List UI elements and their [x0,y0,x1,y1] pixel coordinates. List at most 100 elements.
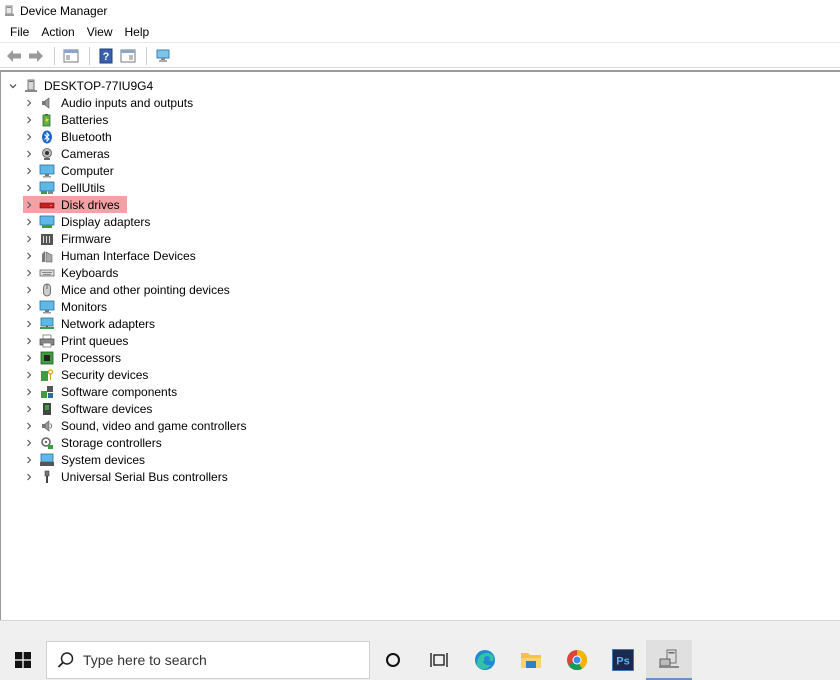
tree-item-monitors[interactable]: Monitors [23,298,248,315]
device-category-list: Audio inputs and outputs Batteries Bluet… [23,94,248,485]
taskbar: Type here to search Ps [0,640,840,680]
chevron-right-icon[interactable] [23,318,35,330]
processor-icon [39,350,55,366]
tree-item-network-adapters[interactable]: Network adapters [23,315,248,332]
tree-item-cameras[interactable]: Cameras [23,145,248,162]
chevron-right-icon[interactable] [23,114,35,126]
sound-icon [39,418,55,434]
chrome-button[interactable] [554,640,600,680]
tree-item-audio[interactable]: Audio inputs and outputs [23,94,248,111]
file-explorer-icon [521,653,541,668]
chevron-right-icon[interactable] [23,216,35,228]
tree-item-label: Keyboards [61,265,119,280]
battery-icon [39,112,55,128]
chevron-right-icon[interactable] [23,267,35,279]
tree-item-mice[interactable]: Mice and other pointing devices [23,281,248,298]
tree-item-system-devices[interactable]: System devices [23,451,248,468]
tree-item-security-devices[interactable]: Security devices [23,366,248,383]
firmware-icon [39,231,55,247]
device-tree-pane: DESKTOP-77IU9G4 Audio inputs and outputs… [0,70,840,620]
chevron-right-icon[interactable] [23,250,35,262]
properties-button[interactable] [61,46,81,66]
mouse-icon [39,282,55,298]
chevron-right-icon[interactable] [23,284,35,296]
chevron-right-icon[interactable] [23,301,35,313]
tree-item-keyboards[interactable]: Keyboards [23,264,248,281]
monitor-icon [39,163,55,179]
tree-item-software-components[interactable]: Software components [23,383,248,400]
status-bar [0,620,840,640]
file-explorer-button[interactable] [508,640,554,680]
cortana-icon [386,653,400,667]
cortana-button[interactable] [370,640,416,680]
back-arrow-icon [7,49,21,62]
chevron-right-icon[interactable] [23,437,35,449]
tree-item-computer[interactable]: Computer [23,162,248,179]
chevron-right-icon[interactable] [23,233,35,245]
tree-item-processors[interactable]: Processors [23,349,248,366]
chevron-right-icon[interactable] [23,369,35,381]
chevron-right-icon[interactable] [23,471,35,483]
edge-button[interactable] [462,640,508,680]
chevron-right-icon[interactable] [23,148,35,160]
device-manager-taskbar-button[interactable] [646,640,692,680]
chevron-right-icon[interactable] [23,352,35,364]
scan-hardware-icon [156,49,170,62]
task-view-button[interactable] [416,640,462,680]
chevron-right-icon[interactable] [23,454,35,466]
tree-item-usb-controllers[interactable]: Universal Serial Bus controllers [23,468,248,485]
tree-item-batteries[interactable]: Batteries [23,111,248,128]
tree-item-print-queues[interactable]: Print queues [23,332,248,349]
tree-root-node[interactable]: DESKTOP-77IU9G4 [7,77,155,94]
toolbar: ? [0,44,840,68]
tree-item-storage-controllers[interactable]: Storage controllers [23,434,248,451]
tree-item-firmware[interactable]: Firmware [23,230,248,247]
tree-item-software-devices[interactable]: Software devices [23,400,248,417]
tree-item-display-adapters[interactable]: Display adapters [23,213,248,230]
chevron-right-icon[interactable] [23,199,35,211]
chevron-right-icon[interactable] [23,420,35,432]
back-button[interactable] [4,46,24,66]
scan-hardware-button[interactable] [153,46,173,66]
menu-help[interactable]: Help [119,23,156,41]
menu-action[interactable]: Action [35,23,80,41]
tree-item-sound-video-game[interactable]: Sound, video and game controllers [23,417,248,434]
camera-icon [39,146,55,162]
search-placeholder: Type here to search [83,652,207,668]
search-icon [57,652,74,668]
start-button[interactable] [0,640,46,680]
forward-button[interactable] [26,46,46,66]
tree-item-disk-drives[interactable]: Disk drives [23,196,127,213]
tree-item-bluetooth[interactable]: Bluetooth [23,128,248,145]
tree-item-label: Display adapters [61,214,151,229]
chevron-right-icon[interactable] [23,165,35,177]
tree-item-label: Cameras [61,146,110,161]
taskbar-search-box[interactable]: Type here to search [46,641,370,679]
speaker-icon [39,95,55,111]
chevron-down-icon[interactable] [7,80,19,92]
menu-file[interactable]: File [4,23,35,41]
chevron-right-icon[interactable] [23,182,35,194]
tree-item-dellutils[interactable]: DellUtils [23,179,248,196]
update-driver-button[interactable] [118,46,138,66]
software-components-icon [39,384,55,400]
menu-view[interactable]: View [81,23,119,41]
tree-item-label: System devices [61,452,146,467]
edge-icon [475,650,495,670]
chevron-right-icon[interactable] [23,131,35,143]
tree-item-label: Print queues [61,333,129,348]
chevron-right-icon[interactable] [23,97,35,109]
help-button[interactable]: ? [96,46,116,66]
chevron-right-icon[interactable] [23,403,35,415]
keyboard-icon [39,265,55,281]
tree-item-label: Audio inputs and outputs [61,95,194,110]
tree-item-hid[interactable]: Human Interface Devices [23,247,248,264]
chevron-right-icon[interactable] [23,386,35,398]
update-driver-icon [120,49,136,62]
photoshop-button[interactable]: Ps [600,640,646,680]
tree-item-label: Human Interface Devices [61,248,196,263]
tree-item-label: Processors [61,350,122,365]
chevron-right-icon[interactable] [23,335,35,347]
tree-item-label: DellUtils [61,180,106,195]
network-monitor-icon [39,180,55,196]
